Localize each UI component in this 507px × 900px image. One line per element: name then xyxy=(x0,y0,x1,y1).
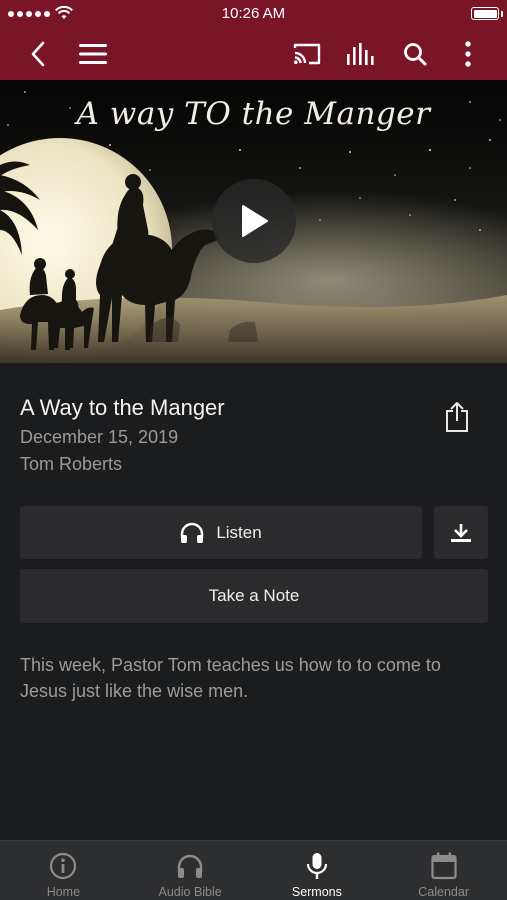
calendar-icon xyxy=(429,851,459,881)
play-icon xyxy=(242,205,268,237)
sermon-speaker: Tom Roberts xyxy=(20,454,123,474)
download-icon xyxy=(451,523,471,542)
status-time: 10:26 AM xyxy=(221,5,286,22)
take-note-label: Take a Note xyxy=(208,586,300,605)
sermon-artwork: A way TO the Manger xyxy=(0,80,507,363)
tab-bar: Home Audio Bible Sermons Calendar xyxy=(0,840,507,900)
tab-label-sermons: Sermons xyxy=(291,885,342,899)
audio-bars-icon xyxy=(347,43,374,65)
cast-icon xyxy=(293,43,321,65)
headphones-icon xyxy=(181,522,204,543)
nav-bar xyxy=(0,28,507,80)
listen-label: Listen xyxy=(216,522,262,542)
back-button[interactable] xyxy=(20,36,56,72)
info-icon xyxy=(48,851,78,881)
more-vertical-icon xyxy=(465,41,471,67)
sermon-title: A Way to the Manger xyxy=(20,395,225,420)
listen-button[interactable]: Listen xyxy=(20,506,422,559)
play-button[interactable] xyxy=(212,179,296,263)
audio-levels-button[interactable] xyxy=(343,36,379,72)
tab-label-calendar: Calendar xyxy=(418,885,469,899)
tab-label-audio-bible: Audio Bible xyxy=(158,885,222,899)
hamburger-icon xyxy=(79,44,107,64)
tab-label-home: Home xyxy=(46,885,81,899)
tab-calendar[interactable]: Calendar xyxy=(380,841,507,900)
sermon-info: A Way to the Manger December 15, 2019 To… xyxy=(20,395,225,475)
battery-icon xyxy=(471,7,499,20)
status-bar: 10:26 AM xyxy=(0,0,507,28)
share-button[interactable] xyxy=(438,397,476,437)
sermon-description: This week, Pastor Tom teaches us how to … xyxy=(20,655,441,701)
artwork-title: A way TO the Manger xyxy=(76,96,431,132)
microphone-icon xyxy=(302,851,332,881)
cast-button[interactable] xyxy=(289,36,325,72)
chevron-left-icon xyxy=(31,41,45,67)
take-note-button[interactable]: Take a Note xyxy=(20,569,488,623)
more-options-button[interactable] xyxy=(450,36,486,72)
headphones-icon xyxy=(175,851,205,881)
download-button[interactable] xyxy=(434,506,488,559)
tab-audio-bible[interactable]: Audio Bible xyxy=(127,841,254,900)
menu-button[interactable] xyxy=(75,36,111,72)
search-button[interactable] xyxy=(397,36,433,72)
tab-sermons[interactable]: Sermons xyxy=(254,841,381,900)
share-icon xyxy=(446,402,468,432)
search-icon xyxy=(404,43,427,66)
tab-home[interactable]: Home xyxy=(0,841,127,900)
sermon-date: December 15, 2019 xyxy=(20,427,179,447)
